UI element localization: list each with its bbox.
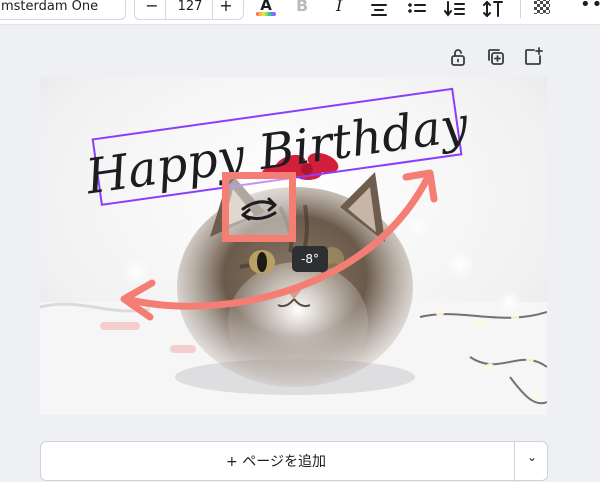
transparency-icon[interactable] [534, 0, 550, 14]
text-color-button[interactable]: A [254, 0, 278, 18]
bullet-list-icon[interactable] [406, 0, 428, 20]
add-page-button[interactable]: + ページを追加 [41, 451, 511, 471]
more-options-button[interactable]: ••• [580, 0, 600, 15]
rotate-handle-highlight[interactable] [222, 172, 296, 242]
bold-button[interactable]: B [296, 0, 308, 16]
chevron-down-icon[interactable]: ⌄ [527, 450, 537, 464]
text-toolbar: msterdam One − 127 + A B I • [0, 0, 600, 25]
add-page-icon[interactable] [522, 46, 544, 68]
rotate-icon[interactable] [229, 179, 289, 235]
align-center-icon[interactable] [368, 0, 390, 20]
italic-button[interactable]: I [336, 0, 342, 16]
increase-font-size-button[interactable]: + [217, 0, 235, 17]
add-page-bar: + ページを追加 ⌄ [40, 441, 548, 482]
font-family-value: msterdam One [1, 0, 99, 14]
rainbow-bar-icon [256, 12, 276, 16]
font-family-select[interactable]: msterdam One [0, 0, 126, 20]
letter-spacing-icon[interactable] [444, 0, 466, 20]
line-spacing-icon[interactable] [482, 0, 506, 20]
rotation-angle-badge: -8° [292, 246, 328, 272]
duplicate-page-icon[interactable] [485, 46, 507, 68]
font-size-stepper[interactable]: − 127 + [134, 0, 244, 20]
decrease-font-size-button[interactable]: − [143, 0, 161, 17]
font-size-input[interactable]: 127 [167, 0, 213, 19]
lock-icon[interactable] [447, 46, 469, 68]
